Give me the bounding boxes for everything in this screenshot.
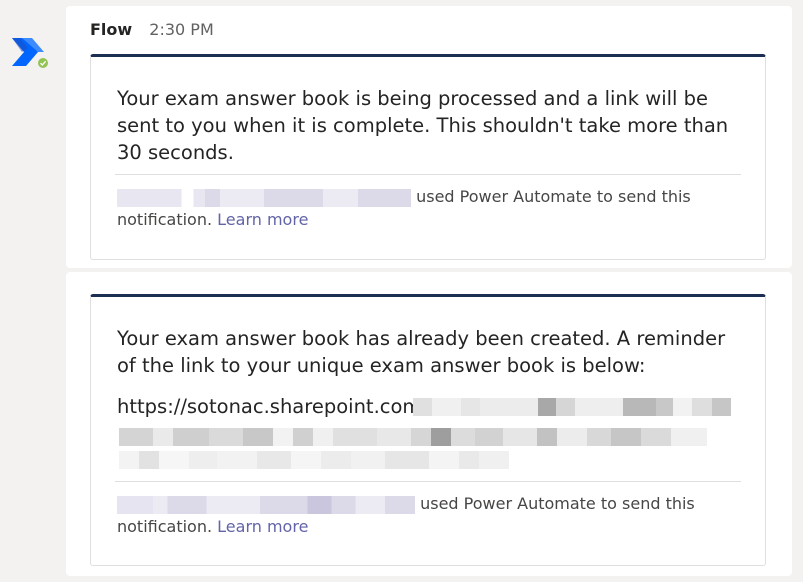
card-body-text: Your exam answer book has already been c… [117, 327, 726, 377]
redacted-user-name [117, 495, 415, 514]
card-body-text: Your exam answer book is being processed… [117, 87, 729, 164]
power-automate-notice: used Power Automate to send this notific… [117, 494, 695, 536]
redacted-url-segment-3 [119, 451, 509, 469]
chat-message-2: Your exam answer book has already been c… [66, 272, 792, 576]
presence-available-icon [36, 56, 50, 70]
answer-book-link[interactable]: https://sotonac.sharepoint.com/ [117, 393, 428, 420]
timestamp: 2:30 PM [149, 20, 214, 39]
chat-message-1: Flow 2:30 PM Your exam answer book is be… [66, 6, 792, 268]
redacted-url-segment-2 [119, 428, 737, 446]
card-divider [115, 481, 741, 482]
adaptive-card-answer-book: Your exam answer book has already been c… [90, 294, 766, 566]
redacted-user-name [117, 188, 411, 207]
message-header: Flow 2:30 PM [90, 20, 214, 39]
learn-more-link[interactable]: Learn more [217, 517, 308, 536]
adaptive-card-processing: Your exam answer book is being processed… [90, 54, 766, 260]
learn-more-link[interactable]: Learn more [217, 210, 308, 229]
redacted-url-segment-1 [413, 398, 731, 416]
sender-name[interactable]: Flow [90, 20, 132, 39]
power-automate-notice: used Power Automate to send this notific… [117, 187, 691, 229]
card-divider [115, 174, 741, 175]
